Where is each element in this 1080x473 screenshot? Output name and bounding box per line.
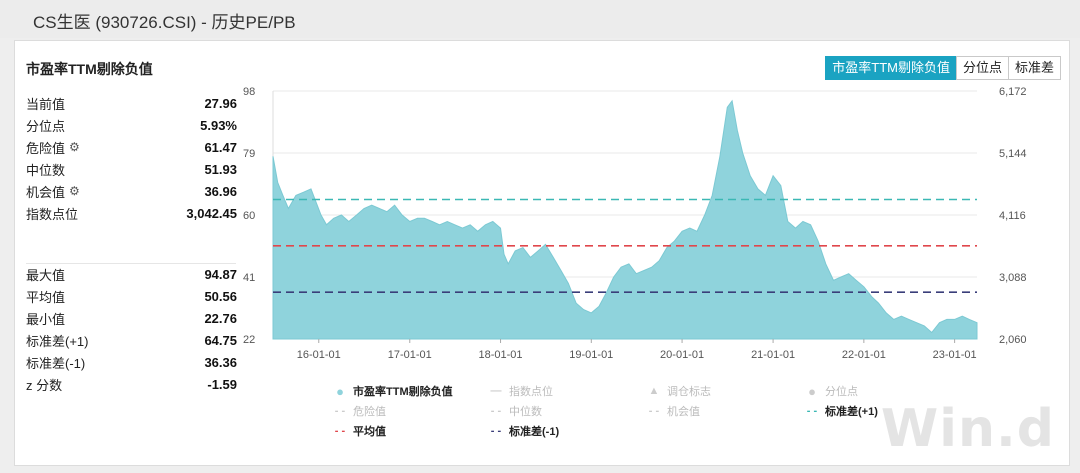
legend-item[interactable]: - - 标准差(-1) xyxy=(489,423,559,439)
legend-item[interactable]: ● 市盈率TTM剔除负值 xyxy=(333,383,453,399)
title-bar: CS生医 (930726.CSI) - 历史PE/PB xyxy=(0,0,1080,38)
legend-label: 标准差(+1) xyxy=(825,406,878,418)
y-left-tick-label: 41 xyxy=(243,272,255,284)
legend-label: 调仓标志 xyxy=(667,386,711,398)
legend-label: 中位数 xyxy=(509,406,542,418)
dash-legend-icon: - - xyxy=(334,425,346,437)
dot-legend-icon: ● xyxy=(336,383,344,399)
legend-label: 市盈率TTM剔除负值 xyxy=(353,386,453,398)
legend-label: 机会值 xyxy=(667,406,700,418)
y-right-tick-label: 5,144 xyxy=(999,148,1027,160)
legend-item[interactable]: — 指数点位 xyxy=(489,383,554,399)
legend-item[interactable]: - - 机会值 xyxy=(647,403,700,419)
legend-item[interactable]: - - 标准差(+1) xyxy=(805,403,878,419)
legend-item[interactable]: - - 危险值 xyxy=(333,403,386,419)
x-tick-label: 16-01-01 xyxy=(297,349,341,361)
x-tick-label: 20-01-01 xyxy=(660,349,704,361)
y-left-tick-label: 60 xyxy=(243,210,255,222)
y-right-tick-label: 4,116 xyxy=(999,210,1026,222)
window-title: CS生医 (930726.CSI) - 历史PE/PB xyxy=(33,13,296,32)
y-right-tick-label: 6,172 xyxy=(999,86,1027,98)
pe-area-series xyxy=(272,99,978,340)
x-tick-label: 22-01-01 xyxy=(842,349,886,361)
legend-item[interactable]: ● 分位点 xyxy=(805,383,858,399)
x-tick-label: 18-01-01 xyxy=(479,349,523,361)
x-tick-label: 19-01-01 xyxy=(569,349,613,361)
wind-watermark: Win.d xyxy=(880,399,1055,459)
legend-label: 标准差(-1) xyxy=(509,426,560,438)
legend-item[interactable]: - - 平均值 xyxy=(333,423,386,439)
chart-panel: 市盈率TTM剔除负值 市盈率TTM剔除负值 分位点 标准差 当前值 27.96 … xyxy=(14,40,1070,466)
y-right-tick-label: 3,088 xyxy=(999,272,1027,284)
legend-label: 危险值 xyxy=(353,406,386,418)
dash-legend-icon: - - xyxy=(806,405,818,417)
x-tick-label: 23-01-01 xyxy=(933,349,977,361)
dash-legend-icon: - - xyxy=(490,405,502,417)
legend-label: 平均值 xyxy=(353,426,386,438)
triangle-legend-icon: ▲ xyxy=(648,385,660,397)
legend-item[interactable]: ▲ 调仓标志 xyxy=(647,383,711,399)
x-tick-label: 21-01-01 xyxy=(751,349,795,361)
dash-legend-icon: - - xyxy=(334,405,346,417)
dot-legend-icon: ● xyxy=(808,383,816,399)
line-legend-icon: — xyxy=(490,385,502,397)
y-right-tick-label: 2,060 xyxy=(999,334,1027,346)
y-left-tick-label: 22 xyxy=(243,334,255,346)
y-left-tick-label: 98 xyxy=(243,86,255,98)
x-tick-label: 17-01-01 xyxy=(388,349,432,361)
y-left-tick-label: 79 xyxy=(243,148,255,160)
legend-item[interactable]: - - 中位数 xyxy=(489,403,542,419)
dash-legend-icon: - - xyxy=(490,425,502,437)
dash-legend-icon: - - xyxy=(648,405,660,417)
legend-label: 分位点 xyxy=(825,386,858,398)
legend-label: 指数点位 xyxy=(509,386,553,398)
